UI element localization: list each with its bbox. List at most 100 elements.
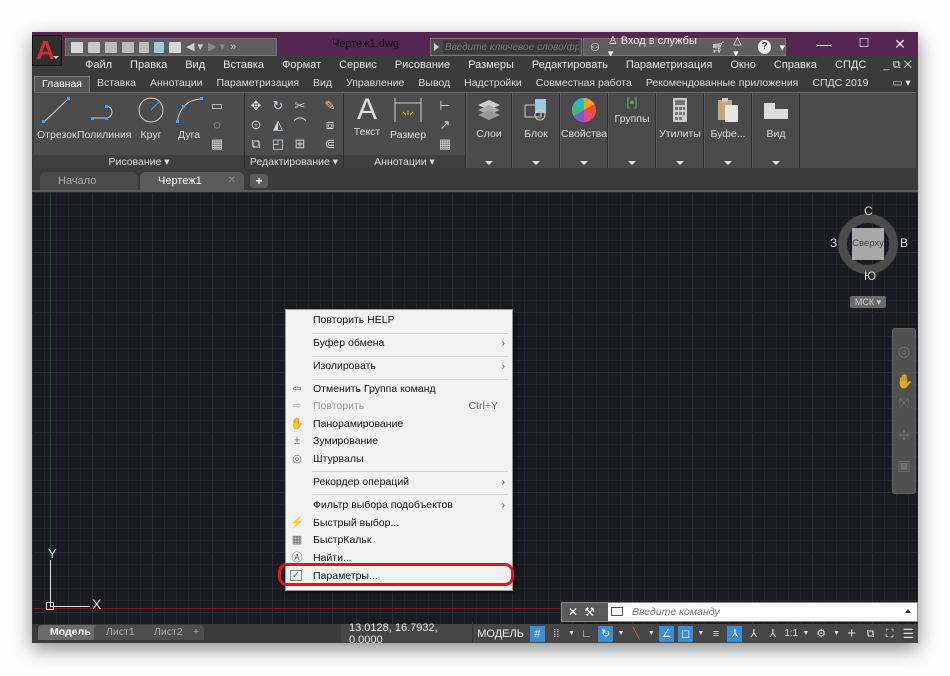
text-button[interactable]: A Текст — [350, 95, 384, 139]
menu-parametric[interactable]: Параметризация — [617, 56, 721, 76]
trim-icon[interactable]: ✂ — [293, 99, 307, 113]
dimension-button[interactable]: Размер — [386, 96, 430, 141]
save-icon[interactable] — [105, 41, 117, 53]
menu-modify[interactable]: Редактировать — [523, 56, 617, 76]
menu-item-quickcalc[interactable]: ▦ БыстрКальк — [286, 532, 514, 549]
open-web-icon[interactable] — [139, 41, 149, 53]
customize-menu-icon[interactable]: ☰ — [901, 626, 916, 642]
help-icon[interactable]: ? — [757, 40, 772, 54]
menu-draw[interactable]: Рисование — [386, 56, 459, 76]
compass-south[interactable]: Ю — [864, 269, 876, 283]
redo-icon[interactable]: ▶ ▾ — [208, 41, 225, 53]
undo-icon[interactable]: ◀ ▾ — [186, 41, 203, 53]
binoculars-icon[interactable]: ⚇ — [590, 41, 600, 54]
save-as-icon[interactable] — [122, 41, 134, 53]
offset-icon[interactable]: ⋐ — [323, 137, 337, 151]
menu-item-subobject-filter[interactable]: Фильтр выбора подобъектов › — [286, 497, 514, 514]
workspace-gear-icon[interactable]: ⚙ — [814, 626, 829, 642]
showmotion-icon[interactable]: ▣ — [896, 457, 912, 473]
snap-dropdown-icon[interactable]: ▼ — [568, 626, 575, 642]
linear-dimension-icon[interactable]: ⊢ — [438, 99, 452, 113]
tab-collaborate[interactable]: Совместная работа — [529, 76, 639, 92]
close-command-line-icon[interactable]: ✕ — [568, 605, 578, 619]
fillet-icon[interactable]: ⌒ — [293, 118, 307, 132]
close-button[interactable]: ✕ — [890, 36, 910, 53]
compass-north[interactable]: С — [864, 204, 873, 218]
menu-item-clipboard[interactable]: Буфер обмена › — [286, 335, 514, 352]
layout-tab-sheet1[interactable]: Лист1 — [94, 625, 147, 640]
search-box[interactable] — [430, 38, 582, 56]
tab-spds[interactable]: СПДС 2019 — [805, 76, 875, 92]
cart-icon[interactable]: 🛒︎ — [711, 41, 725, 54]
polar-dropdown-icon[interactable]: ▼ — [617, 626, 624, 642]
auto-scale-icon[interactable]: ⅄ — [746, 626, 761, 642]
menu-item-pan[interactable]: ✋ Панорамирование — [286, 416, 514, 433]
leader-icon[interactable]: ↗ — [438, 118, 452, 132]
tab-addins[interactable]: Надстройки — [457, 76, 529, 92]
ellipse-icon[interactable]: ◌ — [210, 118, 224, 132]
tab-insert[interactable]: Вставка — [90, 76, 143, 92]
annotation-scale-dropdown[interactable]: 1:1 — [784, 626, 798, 642]
hatch-icon[interactable]: ▦ — [210, 137, 224, 151]
scale-dropdown-icon[interactable]: ▼ — [802, 626, 810, 642]
polar-tracking-icon[interactable]: ↻ — [598, 625, 614, 642]
view-panel[interactable]: Вид — [752, 93, 800, 169]
new-icon[interactable] — [71, 41, 83, 53]
open-icon[interactable] — [88, 41, 100, 53]
menu-view[interactable]: Вид — [176, 56, 214, 76]
minimize-button[interactable]: — — [814, 36, 834, 52]
file-tab-drawing1[interactable]: Чертеж1 ✕ — [140, 172, 244, 190]
orbit-icon[interactable]: ✣ — [896, 427, 912, 443]
customize-wrench-icon[interactable]: ⚒ — [584, 605, 595, 619]
grid-icon[interactable]: # — [529, 625, 545, 642]
selection-cycling-icon[interactable]: ◻ — [678, 625, 694, 642]
menu-format[interactable]: Формат — [273, 56, 330, 76]
compass-west[interactable]: З — [830, 236, 837, 250]
rotate-icon[interactable]: ↻ — [271, 99, 285, 113]
tab-home[interactable]: Главная — [34, 76, 90, 92]
plot-icon[interactable] — [169, 41, 181, 53]
copy-icon[interactable]: ⊙ — [249, 118, 263, 132]
add-layout-button[interactable]: + — [188, 625, 205, 640]
menu-window[interactable]: Окно — [721, 56, 765, 76]
table-icon[interactable]: ▦ — [438, 137, 452, 151]
isodraft-icon[interactable]: ╲ — [629, 626, 644, 642]
modify-panel-label[interactable]: Редактирование ▾ — [245, 155, 343, 169]
command-input[interactable] — [632, 605, 892, 619]
menu-insert[interactable]: Вставка — [214, 56, 273, 76]
help-dropdown-icon[interactable]: ▾ — [779, 41, 785, 54]
dynamic-ucs-icon[interactable]: ∠ — [659, 625, 675, 642]
annotation-scale-icon[interactable]: ⅄ — [765, 626, 780, 642]
tab-parametric[interactable]: Параметризация — [210, 76, 307, 92]
file-tab-start[interactable]: Начало — [40, 172, 138, 190]
expand-search-icon[interactable] — [434, 43, 439, 51]
menu-dimension[interactable]: Размеры — [459, 56, 523, 76]
ortho-icon[interactable]: ∟ — [579, 626, 594, 642]
fullscreen-icon[interactable]: ⛶ — [882, 626, 897, 642]
menu-item-quick-select[interactable]: ⚡ Быстрый выбор... — [286, 515, 514, 532]
save-web-icon[interactable] — [154, 41, 164, 53]
tab-view[interactable]: Вид — [306, 76, 339, 92]
layers-panel[interactable]: Слои — [466, 93, 512, 169]
viewcube[interactable]: Сверху С Ю З В МСК ▾ — [830, 204, 908, 308]
isolate-objects-icon[interactable]: ⧉ — [863, 626, 878, 642]
annotation-monitor-icon[interactable]: + — [844, 625, 859, 642]
scale-icon[interactable]: ◰ — [271, 137, 285, 151]
menu-edit[interactable]: Правка — [121, 56, 176, 76]
zoom-extents-icon[interactable]: ⤧ — [896, 395, 912, 411]
menu-tools[interactable]: Сервис — [330, 56, 386, 76]
model-space-button[interactable]: МОДЕЛЬ — [473, 628, 528, 640]
tab-output[interactable]: Вывод — [411, 76, 457, 92]
move-icon[interactable]: ✥ — [249, 99, 263, 113]
polyline-button[interactable]: Полилиния — [77, 96, 132, 141]
arc-button[interactable]: Дуга — [172, 96, 206, 141]
mirror-icon[interactable]: ◭ — [271, 118, 285, 132]
ribbon-toggle-button[interactable]: ▭ ▾ — [885, 76, 917, 92]
menu-spds[interactable]: СПДС — [826, 56, 875, 76]
annotation-panel-label[interactable]: Аннотации ▾ — [344, 155, 465, 169]
pan-hand-icon[interactable]: ✋ — [896, 373, 913, 389]
search-input[interactable] — [443, 40, 579, 54]
new-tab-button[interactable]: + — [250, 174, 268, 188]
osnap-dropdown-icon[interactable]: ▼ — [697, 626, 704, 642]
lineweight-icon[interactable]: ≡ — [709, 626, 724, 642]
